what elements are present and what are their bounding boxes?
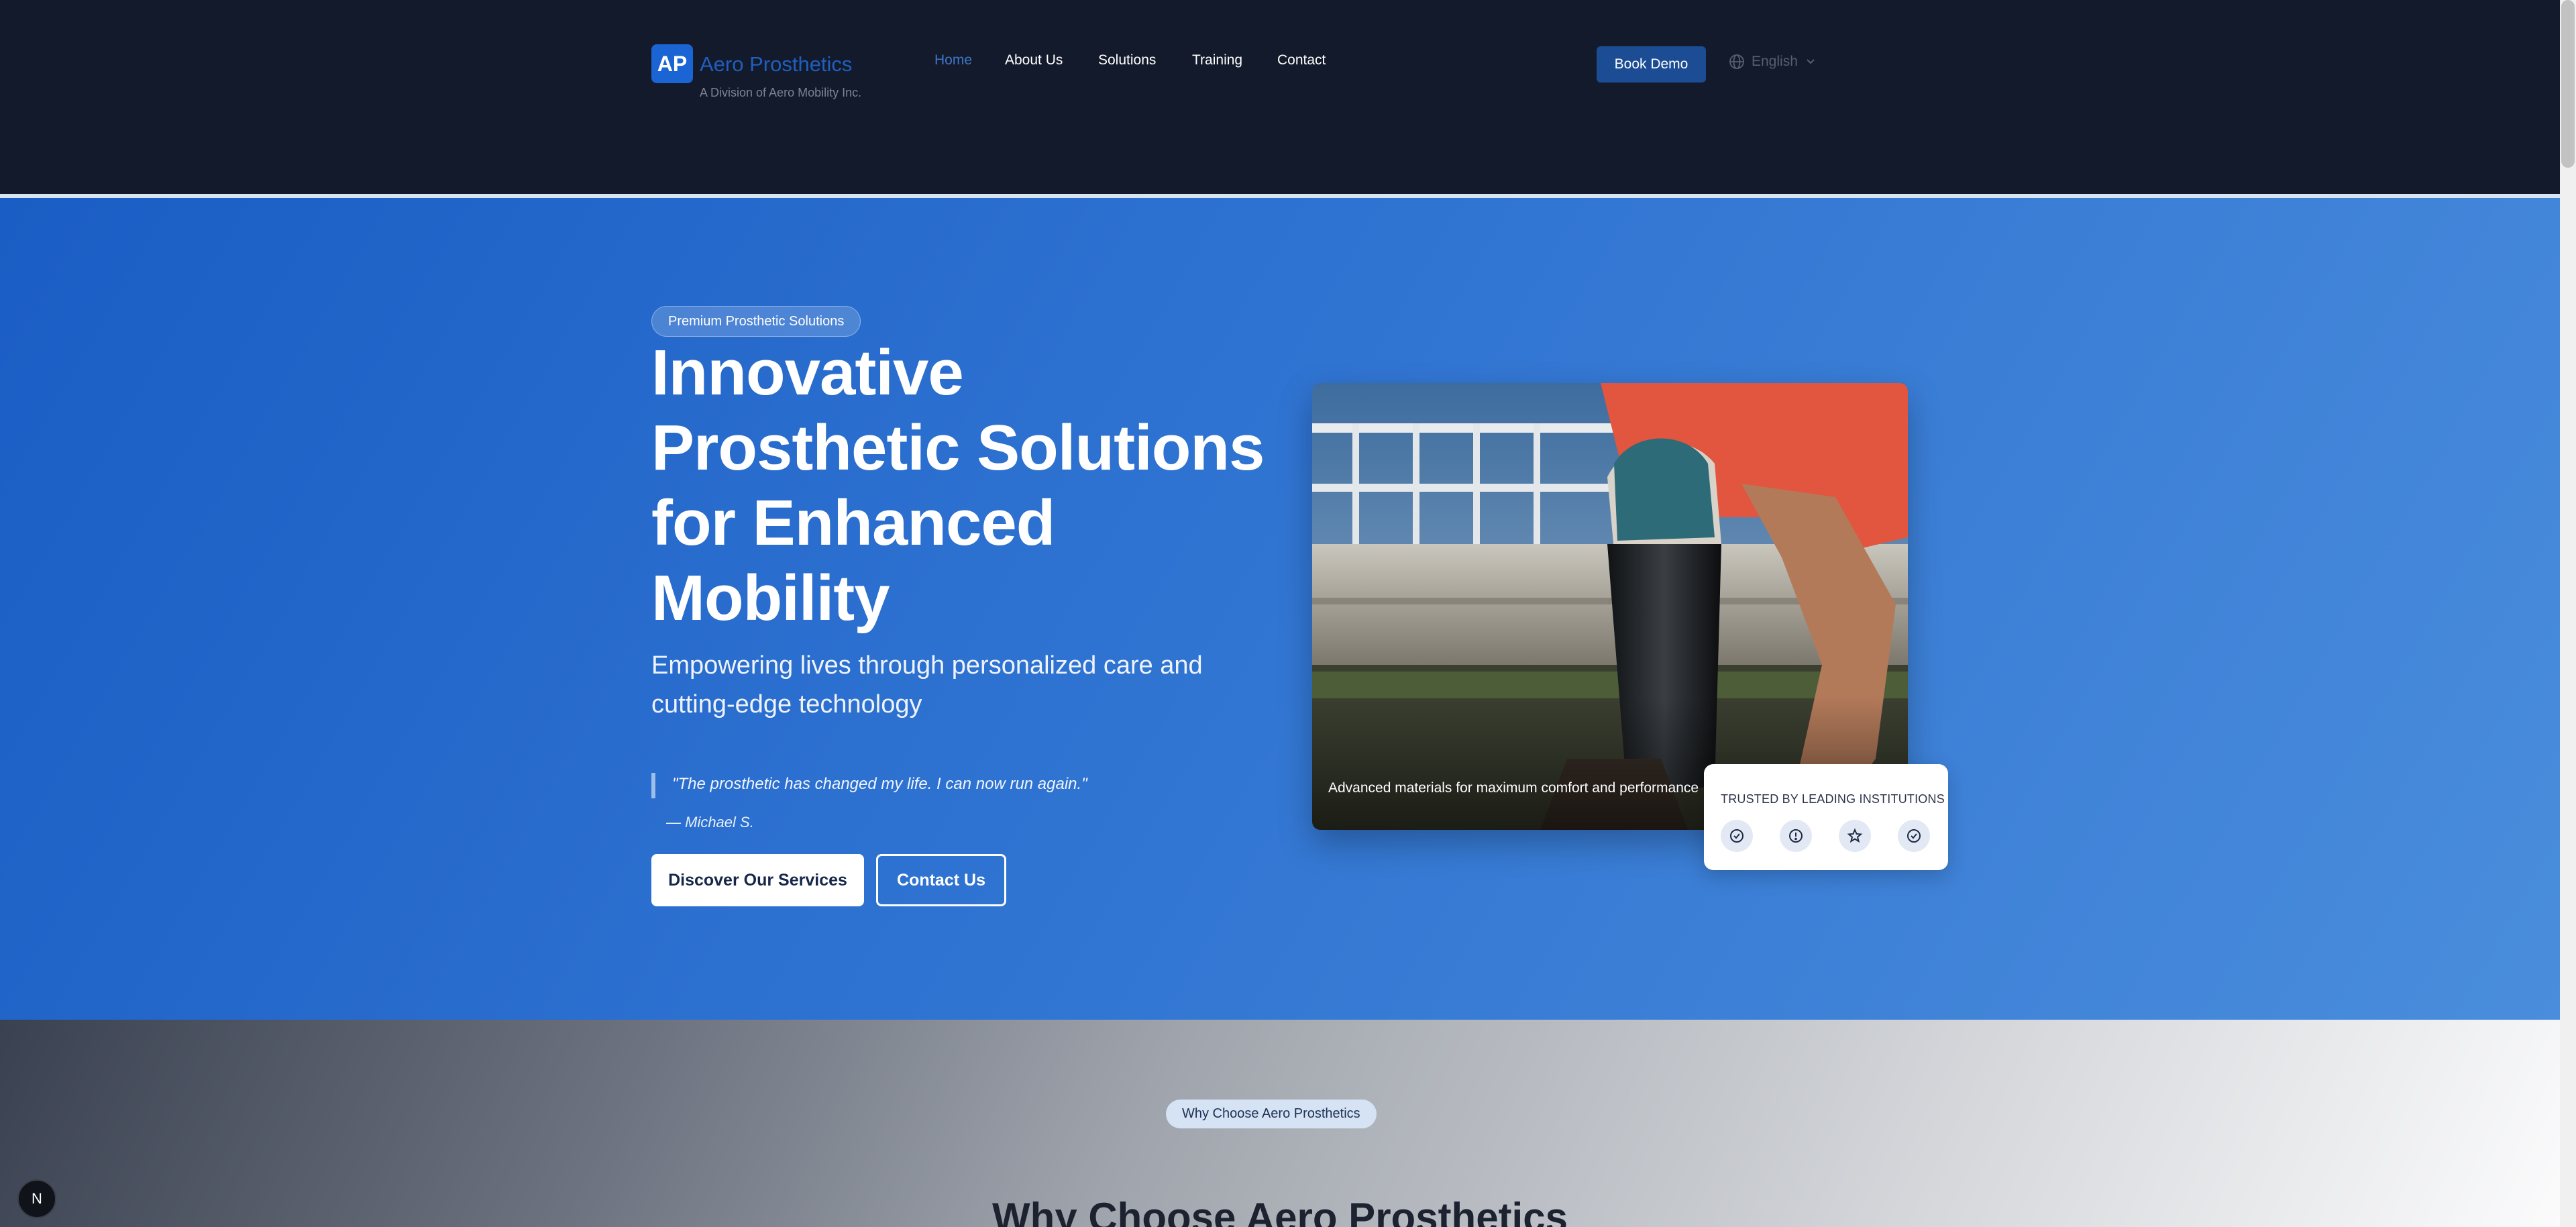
- hero-image: [1312, 383, 1908, 830]
- star-icon: [1839, 820, 1871, 852]
- nav-training[interactable]: Training: [1192, 52, 1242, 68]
- quote-accent-bar: [651, 773, 655, 798]
- why-badge: Why Choose Aero Prosthetics: [1166, 1100, 1377, 1128]
- image-caption: Advanced materials for maximum comfort a…: [1328, 780, 1699, 796]
- hero-title: Innovative Prosthetic Solutions for Enha…: [651, 337, 1265, 634]
- check-circle-icon: [1898, 820, 1930, 852]
- hero-badge: Premium Prosthetic Solutions: [651, 306, 861, 337]
- testimonial-author: — Michael S.: [666, 814, 754, 831]
- scrollbar-thumb[interactable]: [2561, 0, 2575, 168]
- nav-about-us[interactable]: About Us: [1005, 52, 1063, 68]
- site-header: [0, 0, 2560, 195]
- language-selector[interactable]: English: [1729, 54, 1817, 70]
- why-title: Why Choose Aero Prosthetics: [992, 1195, 1568, 1227]
- globe-icon: [1729, 54, 1745, 70]
- discover-services-button[interactable]: Discover Our Services: [651, 854, 864, 906]
- nav-home[interactable]: Home: [934, 52, 972, 68]
- trust-card: TRUSTED BY LEADING INSTITUTIONS: [1704, 764, 1948, 870]
- trust-title: TRUSTED BY LEADING INSTITUTIONS: [1721, 792, 1945, 806]
- brand-name[interactable]: Aero Prosthetics: [700, 52, 852, 76]
- hero-subtitle: Empowering lives through personalized ca…: [651, 651, 1203, 718]
- language-label: English: [1752, 54, 1798, 69]
- chevron-down-icon: [1805, 56, 1817, 68]
- check-circle-icon: [1721, 820, 1753, 852]
- logo-mark[interactable]: AP: [651, 44, 693, 83]
- page-scrollbar[interactable]: [2560, 0, 2576, 1227]
- nav-contact[interactable]: Contact: [1277, 52, 1326, 68]
- book-demo-button[interactable]: Book Demo: [1597, 46, 1706, 83]
- dev-tools-badge[interactable]: N: [17, 1179, 56, 1218]
- brand-subtitle: A Division of Aero Mobility Inc.: [700, 86, 862, 99]
- nav-solutions[interactable]: Solutions: [1098, 52, 1156, 68]
- contact-us-button[interactable]: Contact Us: [876, 854, 1006, 906]
- testimonial-quote: "The prosthetic has changed my life. I c…: [672, 775, 1087, 793]
- info-circle-icon: [1780, 820, 1812, 852]
- hero-section: [0, 198, 2560, 1020]
